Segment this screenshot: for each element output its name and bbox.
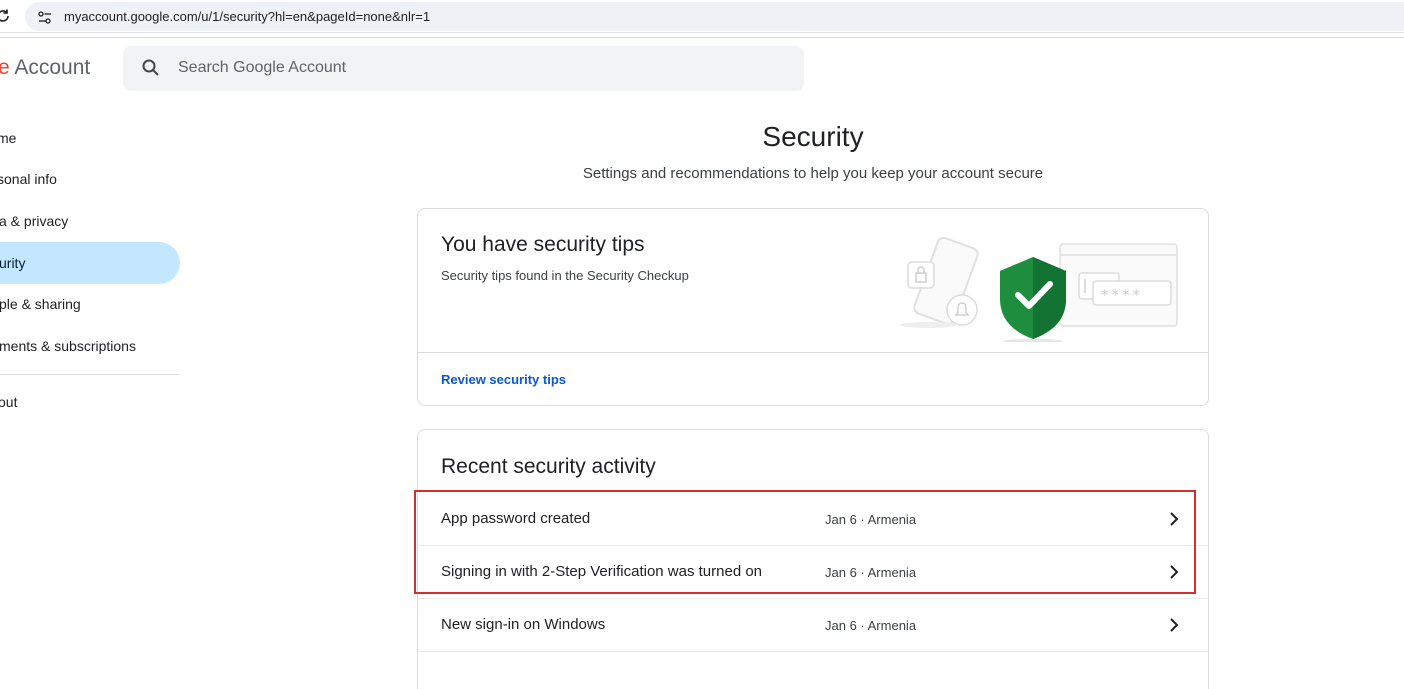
recent-security-activity-card: Recent security activity App password cr… — [417, 429, 1209, 689]
sidebar-item-label: a & privacy — [0, 213, 69, 229]
activity-row-2sv-enabled[interactable]: Signing in with 2-Step Verification was … — [418, 546, 1208, 599]
activity-label: App password created — [441, 510, 591, 527]
tune-icon[interactable] — [37, 10, 53, 26]
sidebar-item-security[interactable]: urity — [0, 242, 180, 284]
search-input[interactable]: Search Google Account — [123, 46, 804, 91]
activity-title: Recent security activity — [441, 455, 656, 478]
activity-meta: Jan 6 · Armenia — [825, 618, 917, 633]
activity-label: New sign-in on Windows — [441, 616, 606, 633]
tips-subtitle: Security tips found in the Security Chec… — [441, 268, 689, 283]
sidebar-item-label: sonal info — [0, 171, 57, 187]
search-icon[interactable] — [141, 58, 161, 78]
sidebar-item-label: out — [0, 394, 18, 410]
sidebar-item-personal-info[interactable]: sonal info — [0, 158, 180, 200]
chevron-right-icon — [1170, 565, 1179, 579]
password-mask: **** — [1101, 286, 1143, 304]
header-divider — [0, 37, 1404, 38]
activity-label: Signing in with 2-Step Verification was … — [441, 563, 763, 580]
sidebar-item-label: me — [0, 130, 17, 146]
brand-word: Account — [14, 56, 91, 79]
google-account-logo[interactable]: e Account — [0, 56, 90, 80]
page-subtitle: Settings and recommendations to help you… — [582, 165, 1044, 182]
brand-partial-letter: e — [0, 56, 10, 79]
sidebar-item-home[interactable]: me — [0, 117, 180, 159]
shield-check-icon: **** — [900, 237, 1178, 342]
card-divider — [418, 352, 1208, 353]
url-field[interactable]: myaccount.google.com/u/1/security?hl=en&… — [25, 2, 1404, 31]
url-text: myaccount.google.com/u/1/security?hl=en&… — [64, 9, 431, 24]
activity-row-new-sign-in[interactable]: New sign-in on Windows Jan 6 · Armenia — [418, 599, 1208, 652]
sidebar-item-label: ments & subscriptions — [0, 338, 136, 354]
security-tips-card: You have security tips Security tips fou… — [417, 208, 1209, 406]
tips-title: You have security tips — [441, 233, 645, 256]
page-title: Security — [762, 121, 864, 152]
sidebar-item-label: ple & sharing — [0, 296, 81, 312]
reload-icon[interactable] — [0, 8, 11, 24]
sidebar-item-about[interactable]: out — [0, 381, 180, 423]
sidebar-divider — [0, 374, 180, 375]
activity-meta: Jan 6 · Armenia — [825, 512, 917, 527]
sidebar-item-data-privacy[interactable]: a & privacy — [0, 200, 180, 242]
search-placeholder: Search Google Account — [178, 59, 347, 76]
review-security-tips-link[interactable]: Review security tips — [441, 372, 566, 387]
browser-address-bar: myaccount.google.com/u/1/security?hl=en&… — [0, 0, 1404, 33]
chevron-right-icon — [1170, 512, 1179, 526]
activity-meta: Jan 6 · Armenia — [825, 565, 917, 580]
sidebar-item-label: urity — [0, 255, 26, 271]
sidebar-item-people-sharing[interactable]: ple & sharing — [0, 283, 180, 325]
chevron-right-icon — [1170, 618, 1179, 632]
sidebar-item-payments-subscriptions[interactable]: ments & subscriptions — [0, 325, 180, 367]
activity-row-app-password[interactable]: App password created Jan 6 · Armenia — [418, 493, 1208, 546]
